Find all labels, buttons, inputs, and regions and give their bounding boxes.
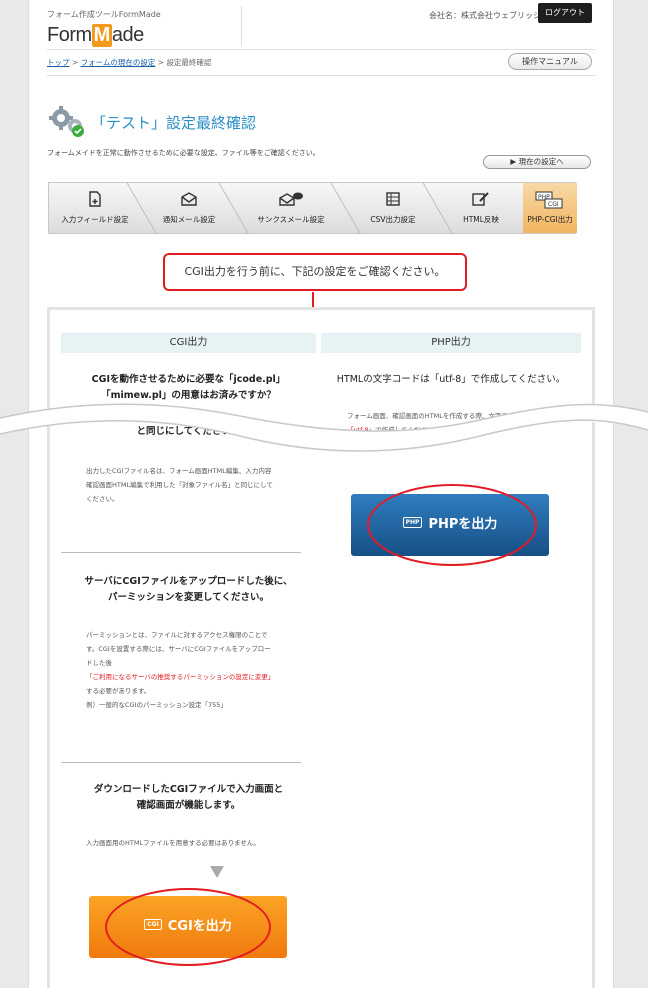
cgi-note-1: 出力したCGIファイル名は、フォーム画面HTML編集、入力内容 確認画面HTML… (86, 464, 316, 506)
php-cgi-icon: PHPCGI (535, 191, 563, 209)
cgi-note1-line: 確認画面HTML編集で利用した「対象ファイル名」と同じにして (86, 481, 273, 489)
divider (61, 762, 301, 763)
header-rule (47, 49, 595, 50)
table-icon (386, 192, 400, 206)
step-label: 入力フィールド設定 (61, 215, 129, 224)
cgi-note2-red: 「ご利用になるサーバの推奨するパーミッションの設定に変更」 (86, 673, 275, 681)
cgi-q2-line2: パーミッションを変更してください。 (108, 592, 269, 603)
highlight-ellipse (367, 484, 537, 566)
cgi-note-3: 入力画面用のHTMLファイルを用意する必要はありません。 (86, 839, 260, 847)
cgi-q1-line1: CGIを動作させるために必要な「jcode.pl」 (91, 374, 286, 385)
breadcrumb-final-check: 設定最終確認 (166, 58, 212, 67)
php-column-header: PHP出力 (321, 333, 581, 353)
logo-m-icon: M (91, 24, 112, 47)
logo-text-form: Form (47, 24, 92, 46)
php-question-1: HTMLの文字コードは「utf-8」で作成してください。 (336, 374, 566, 385)
step-label: サンクスメール設定 (257, 215, 325, 224)
gears-icon (49, 106, 84, 137)
cgi-note2-line: す。CGIを設置する際には、サーバにCGIファイルをアップロー (86, 645, 271, 653)
step-bar: 入力フィールド設定 通知メール設定 サンクスメール設定 CSV出力設定 HTML… (48, 182, 577, 234)
logo-text-ade: ade (111, 24, 144, 46)
company-name: 会社名：株式会社ウェブリッジ (429, 11, 541, 20)
cgi-note1-line: ください。 (86, 495, 119, 503)
cgi-q2-line1: サーバにCGIファイルをアップロードした後に、 (84, 576, 293, 587)
cgi-q3-line1: ダウンロードしたCGIファイルで入力画面と (93, 784, 284, 795)
step-php-cgi-output[interactable]: PHP CGI PHP-CGI出力 (523, 183, 577, 233)
tagline: フォーム作成ツールFormMade (47, 10, 161, 19)
document-add-icon (89, 191, 101, 207)
notice-callout: CGI出力を行う前に、下記の設定をご確認ください。 (163, 253, 467, 291)
cgi-question-2: サーバにCGIファイルをアップロードした後に、 パーミッションを変更してください… (61, 574, 316, 606)
current-settings-button[interactable]: ▶ 現在の設定へ (483, 155, 591, 169)
breadcrumb-sep: > (71, 58, 79, 67)
breadcrumb-top[interactable]: トップ (47, 58, 70, 67)
page-container: フォーム作成ツールFormMade Form Made 会社名：株式会社ウェブリッ… (28, 0, 614, 988)
step-label: CSV出力設定 (370, 215, 416, 224)
step-csv-output[interactable]: CSV出力設定 (349, 183, 437, 233)
logout-button[interactable]: ログアウト (538, 3, 592, 23)
breadcrumb: トップ > フォームの現在の設定 > 設定最終確認 (47, 57, 211, 68)
step-label: PHP-CGI出力 (527, 215, 573, 224)
logo[interactable]: Form Made (47, 24, 144, 47)
step-thanks-mail[interactable]: サンクスメール設定 (237, 183, 345, 233)
step-label: HTML反映 (463, 215, 499, 224)
cgi-note2-line: パーミッションとは、ファイルに対するアクセス権限のことで (86, 631, 268, 639)
breadcrumb-sep: > (157, 58, 165, 67)
step-notify-mail[interactable]: 通知メール設定 (145, 183, 233, 233)
step-label: 通知メール設定 (162, 215, 216, 224)
breadcrumb-rule (47, 75, 595, 76)
cgi-note2-line: ドした後 (86, 659, 112, 667)
highlight-ellipse (105, 888, 271, 966)
page-tear-wave (0, 403, 648, 452)
current-settings-label: 現在の設定へ (518, 157, 564, 166)
cgi-note2-line: する必要があります。 (86, 687, 151, 695)
manual-button[interactable]: 操作マニュアル (508, 53, 592, 70)
cgi-column-header: CGI出力 (61, 333, 316, 353)
svg-text:CGI: CGI (548, 201, 559, 208)
play-icon: ▶ (510, 157, 517, 166)
cgi-question-3: ダウンロードしたCGIファイルで入力画面と 確認画面が機能します。 (61, 782, 316, 814)
envelope-icon (181, 192, 197, 206)
triangle-down-icon (210, 866, 224, 878)
divider (61, 552, 301, 553)
envelope-bubble-icon (279, 192, 303, 206)
page-title: 「テスト」設定最終確認 (91, 114, 257, 132)
step-html-reflect[interactable]: HTML反映 (441, 183, 521, 233)
header-divider (241, 6, 242, 46)
page-description: フォームメイドを正常に動作させるために必要な設定、ファイル等をご確認ください。 (47, 149, 320, 157)
cgi-note1-line: 出力したCGIファイル名は、フォーム画面HTML編集、入力内容 (86, 467, 272, 475)
step-input-fields[interactable]: 入力フィールド設定 (49, 183, 141, 233)
pen-edit-icon (472, 192, 489, 206)
breadcrumb-current-settings[interactable]: フォームの現在の設定 (81, 58, 156, 67)
cgi-note2-line: 例）一般的なCGIのパーミッション設定「755」 (86, 701, 227, 709)
cgi-note-2: パーミッションとは、ファイルに対するアクセス権限のことで す。CGIを設置する際… (86, 628, 316, 712)
cgi-q3-line2: 確認画面が機能します。 (136, 800, 241, 811)
